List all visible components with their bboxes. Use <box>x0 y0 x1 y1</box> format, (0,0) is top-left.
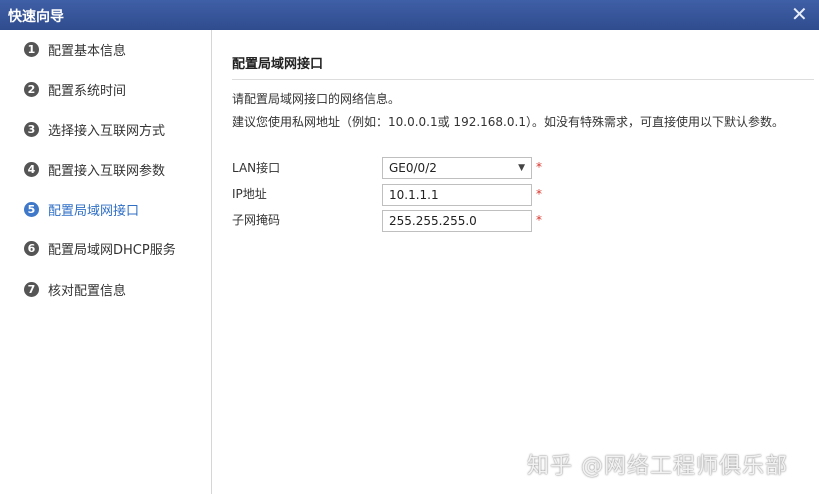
step-label: 配置基本信息 <box>48 43 127 59</box>
step-5[interactable]: 5 配置局域网接口 <box>24 199 139 219</box>
step-label: 配置局域网接口 <box>48 203 140 219</box>
step-2[interactable]: 2 配置系统时间 <box>24 79 126 99</box>
required-mark: * <box>536 187 542 201</box>
divider <box>232 79 814 80</box>
window-title: 快速向导 <box>8 9 64 25</box>
subnet-mask-input[interactable] <box>382 210 532 232</box>
required-mark: * <box>536 160 542 174</box>
ip-address-input[interactable] <box>382 184 532 206</box>
description-line-2: 建议您使用私网地址（例如：10.0.0.1或 192.168.0.1）。如没有特… <box>232 115 784 129</box>
close-icon[interactable]: ✕ <box>791 4 808 24</box>
title-bar: 快速向导 ✕ <box>0 0 819 30</box>
wizard-steps: 1 配置基本信息 2 配置系统时间 3 选择接入互联网方式 4 配置接入互联网参… <box>0 30 212 494</box>
watermark: 知乎 @网络工程师俱乐部 <box>527 454 788 479</box>
step-7[interactable]: 7 核对配置信息 <box>24 279 126 299</box>
step-label: 选择接入互联网方式 <box>48 123 166 139</box>
step-number: 1 <box>24 41 39 57</box>
step-4[interactable]: 4 配置接入互联网参数 <box>24 159 165 179</box>
step-number: 6 <box>24 240 39 256</box>
step-number: 5 <box>24 201 39 217</box>
step-number: 2 <box>24 81 39 97</box>
section-title: 配置局域网接口 <box>232 57 324 72</box>
step-label: 配置系统时间 <box>48 83 127 99</box>
lan-interface-label: LAN接口 <box>232 161 281 175</box>
required-mark: * <box>536 213 542 227</box>
ip-address-label: IP地址 <box>232 187 267 201</box>
lan-interface-select[interactable]: GE0/0/2 ▼ <box>382 157 532 179</box>
step-1[interactable]: 1 配置基本信息 <box>24 39 126 59</box>
step-number: 4 <box>24 161 39 177</box>
content-panel: 配置局域网接口 请配置局域网接口的网络信息。 建议您使用私网地址（例如：10.0… <box>212 30 819 494</box>
step-number: 3 <box>24 121 39 137</box>
chevron-down-icon[interactable]: ▼ <box>518 158 525 178</box>
step-label: 核对配置信息 <box>48 283 127 299</box>
lan-interface-value: GE0/0/2 <box>389 161 437 175</box>
subnet-mask-label: 子网掩码 <box>232 213 281 227</box>
step-number: 7 <box>24 281 39 297</box>
description-line-1: 请配置局域网接口的网络信息。 <box>232 92 401 106</box>
step-6[interactable]: 6 配置局域网DHCP服务 <box>24 238 176 258</box>
step-3[interactable]: 3 选择接入互联网方式 <box>24 119 165 139</box>
step-label: 配置接入互联网参数 <box>48 163 166 179</box>
step-label: 配置局域网DHCP服务 <box>48 242 176 258</box>
